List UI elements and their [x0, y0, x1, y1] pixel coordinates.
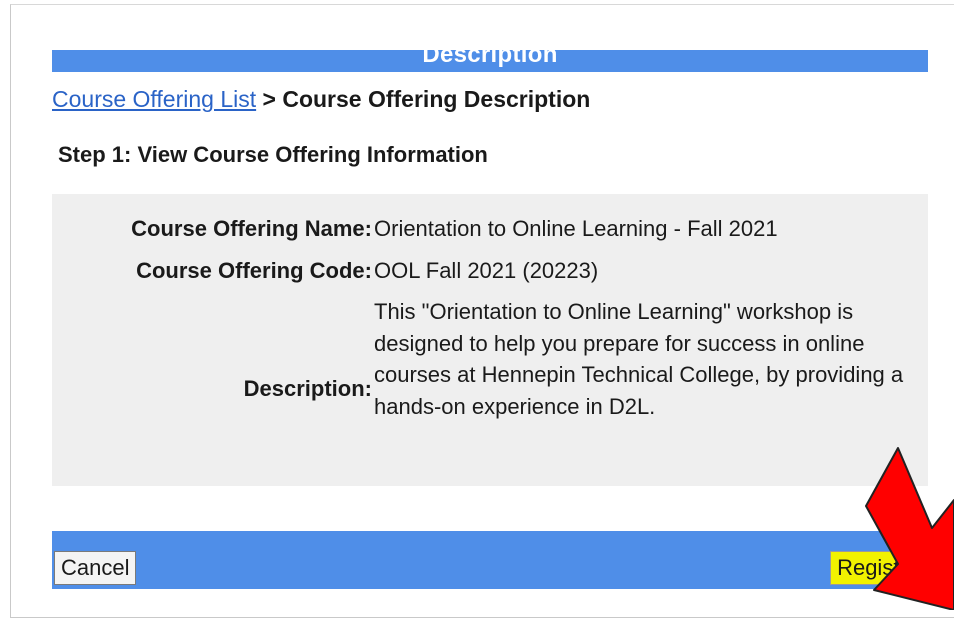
description-value: This "Orientation to Online Learning" wo…	[374, 299, 904, 419]
red-arrow-icon	[865, 447, 954, 610]
cancel-button[interactable]: Cancel	[54, 551, 137, 585]
header-bar: Description	[52, 50, 928, 72]
step-heading: Step 1: View Course Offering Information	[58, 142, 488, 167]
course-code-value: OOL Fall 2021 (20223)	[374, 258, 599, 283]
breadcrumb-link-course-offering-list[interactable]: Course Offering List	[52, 86, 256, 112]
breadcrumb-separator: >	[262, 86, 276, 112]
action-bar: Cancel Register	[52, 531, 928, 589]
header-title: Description	[422, 50, 558, 68]
breadcrumb-current: Course Offering Description	[282, 86, 591, 112]
course-info-panel: Course Offering Name: Orientation to Onl…	[52, 194, 928, 486]
course-name-label: Course Offering Name:	[131, 216, 372, 241]
course-code-label: Course Offering Code:	[136, 258, 372, 283]
description-label: Description:	[243, 376, 372, 401]
breadcrumb: Course Offering List > Course Offering D…	[52, 86, 590, 113]
course-name-value: Orientation to Online Learning - Fall 20…	[374, 216, 778, 241]
